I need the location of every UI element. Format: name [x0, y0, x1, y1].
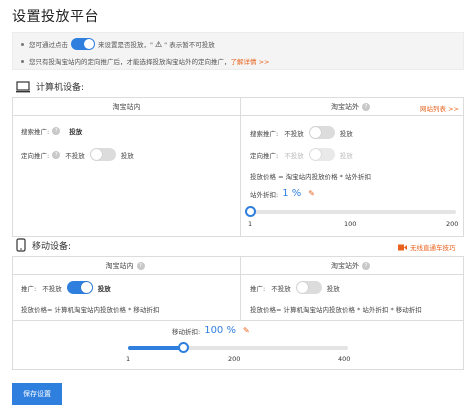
- notice-text: " 表示暂不可投放: [164, 41, 215, 49]
- outer-discount-slider-track[interactable]: [250, 210, 456, 214]
- row-label: 定向推广:: [21, 151, 50, 160]
- on-label: 投放: [339, 151, 353, 160]
- computer-inner-search-row: 搜索推广: ? 投放: [21, 126, 82, 136]
- computer-icon: [16, 80, 30, 92]
- off-label: 不投放: [284, 151, 304, 160]
- discount-value: 100 %: [204, 325, 236, 336]
- bullet: [21, 59, 24, 63]
- row-label: 搜索推广:: [250, 129, 279, 138]
- outer-discount-slider-knob[interactable]: [245, 206, 256, 217]
- computer-inner-target-row: 定向推广: ? 不投放 投放: [21, 148, 134, 161]
- slider-tick: 400: [338, 355, 351, 363]
- page-title: 设置投放平台: [12, 9, 99, 25]
- computer-outer-search-toggle[interactable]: [308, 126, 335, 139]
- notice-text: 您只有投淘宝站内的定向推广后，才能选择投放淘宝站外的定向推广，: [29, 58, 231, 66]
- slider-tick: 100: [344, 220, 357, 228]
- mobile-inner-promo-toggle[interactable]: [66, 281, 93, 294]
- mobile-outer-promo-row: 推广: 不投放 投放: [250, 281, 340, 294]
- mobile-discount-row: 移动折扣: 100 % ✎: [172, 325, 250, 336]
- computer-inner-target-toggle[interactable]: [89, 148, 116, 161]
- warning-icon: ⚠: [155, 39, 163, 49]
- off-label: 不投放: [271, 284, 291, 293]
- row-label: 推广:: [250, 284, 266, 293]
- learn-more-link[interactable]: 了解详情 >>: [231, 56, 270, 66]
- notice-box: 您可通过点击 来设置是否投放，" ⚠ " 表示暂不可投放 您只有投淘宝站内的定向…: [12, 32, 464, 70]
- on-label: 投放: [97, 284, 111, 293]
- column-title: 淘宝站内: [105, 261, 134, 270]
- help-icon[interactable]: ?: [136, 261, 145, 270]
- help-icon[interactable]: ?: [362, 102, 370, 111]
- mobile-discount-slider-fill: [128, 346, 184, 350]
- row-label: 搜索推广:: [21, 128, 50, 136]
- computer-settings-panel: [12, 97, 464, 237]
- notice-line-toggle: 您可通过点击 来设置是否投放，" ⚠ " 表示暂不可投放: [21, 37, 215, 51]
- computer-outer-search-row: 搜索推广: 不投放 投放: [250, 126, 353, 139]
- divider: [13, 320, 463, 321]
- computer-outer-target-toggle[interactable]: [308, 148, 335, 161]
- mobile-inner-header: 淘宝站内 ?: [13, 257, 240, 275]
- discount-value: 1 %: [282, 188, 302, 199]
- notice-text: 您可通过点击: [29, 41, 68, 49]
- slider-tick: 200: [228, 355, 241, 363]
- formula-text: 投放价格= 计算机淘宝站内投放价格 * 移动折扣: [21, 306, 160, 314]
- mobile-tips-link[interactable]: 无线直通车技巧: [398, 242, 456, 252]
- toggle-sample-icon: [71, 38, 95, 50]
- search-status: 投放: [69, 128, 83, 136]
- on-label: 投放: [120, 151, 134, 160]
- mobile-outer-formula: 投放价格= 计算机淘宝站内投放价格 * 站外折扣 * 移动折扣: [250, 304, 422, 314]
- off-label: 不投放: [284, 129, 304, 138]
- row-label: 推广:: [21, 284, 37, 293]
- computer-heading-label: 计算机设备:: [36, 83, 85, 93]
- help-icon[interactable]: ?: [362, 261, 370, 270]
- help-icon[interactable]: ?: [52, 150, 61, 159]
- slider-tick: 1: [248, 220, 253, 228]
- slider-tick: 1: [126, 355, 131, 363]
- bullet: [21, 42, 24, 46]
- mobile-phone-icon: [16, 238, 26, 252]
- slider-tick: 200: [446, 220, 459, 228]
- computer-section-heading: 计算机设备:: [16, 80, 84, 93]
- formula-text: 投放价格 = 淘宝站内投放价格 * 站外折扣: [250, 173, 371, 181]
- video-icon: [398, 244, 407, 250]
- notice-text: 来设置是否投放，": [98, 41, 153, 49]
- mobile-heading-label: 移动设备:: [32, 241, 72, 252]
- discount-label: 移动折扣:: [172, 327, 201, 336]
- column-title: 淘宝站外: [331, 102, 359, 111]
- formula-text: 投放价格= 计算机淘宝站内投放价格 * 站外折扣 * 移动折扣: [250, 306, 422, 314]
- mobile-outer-header: 淘宝站外 ?: [241, 257, 463, 275]
- computer-inner-header: 淘宝站内: [13, 98, 240, 116]
- computer-outer-discount-row: 站外折扣: 1 % ✎: [250, 188, 315, 199]
- divider: [240, 97, 241, 237]
- mobile-section-heading: 移动设备:: [16, 238, 71, 252]
- mobile-inner-promo-row: 推广: 不投放 投放: [21, 281, 111, 294]
- mobile-inner-formula: 投放价格= 计算机淘宝站内投放价格 * 移动折扣: [21, 304, 159, 314]
- save-settings-button[interactable]: 保存设置: [12, 383, 62, 405]
- tips-link-text: 无线直通车技巧: [410, 244, 456, 252]
- off-label: 不投放: [65, 151, 85, 160]
- edit-pencil-icon[interactable]: ✎: [243, 326, 250, 335]
- edit-pencil-icon[interactable]: ✎: [308, 189, 315, 198]
- discount-label: 站外折扣:: [250, 190, 279, 199]
- help-icon[interactable]: ?: [52, 127, 61, 135]
- column-title: 淘宝站外: [331, 261, 359, 270]
- on-label: 投放: [339, 129, 353, 138]
- computer-outer-formula: 投放价格 = 淘宝站内投放价格 * 站外折扣: [250, 171, 371, 181]
- notice-line-info: 您只有投淘宝站内的定向推广后，才能选择投放淘宝站外的定向推广， 了解详情 >>: [21, 54, 269, 68]
- row-label: 定向推广:: [250, 151, 279, 160]
- mobile-discount-slider-knob[interactable]: [178, 342, 189, 353]
- mobile-outer-promo-toggle[interactable]: [295, 281, 322, 294]
- off-label: 不投放: [42, 284, 62, 293]
- site-list-link[interactable]: 网站列表 >>: [420, 103, 459, 113]
- computer-outer-target-row: 定向推广: 不投放 投放: [250, 148, 353, 161]
- on-label: 投放: [326, 284, 340, 293]
- column-title: 淘宝站内: [112, 102, 141, 111]
